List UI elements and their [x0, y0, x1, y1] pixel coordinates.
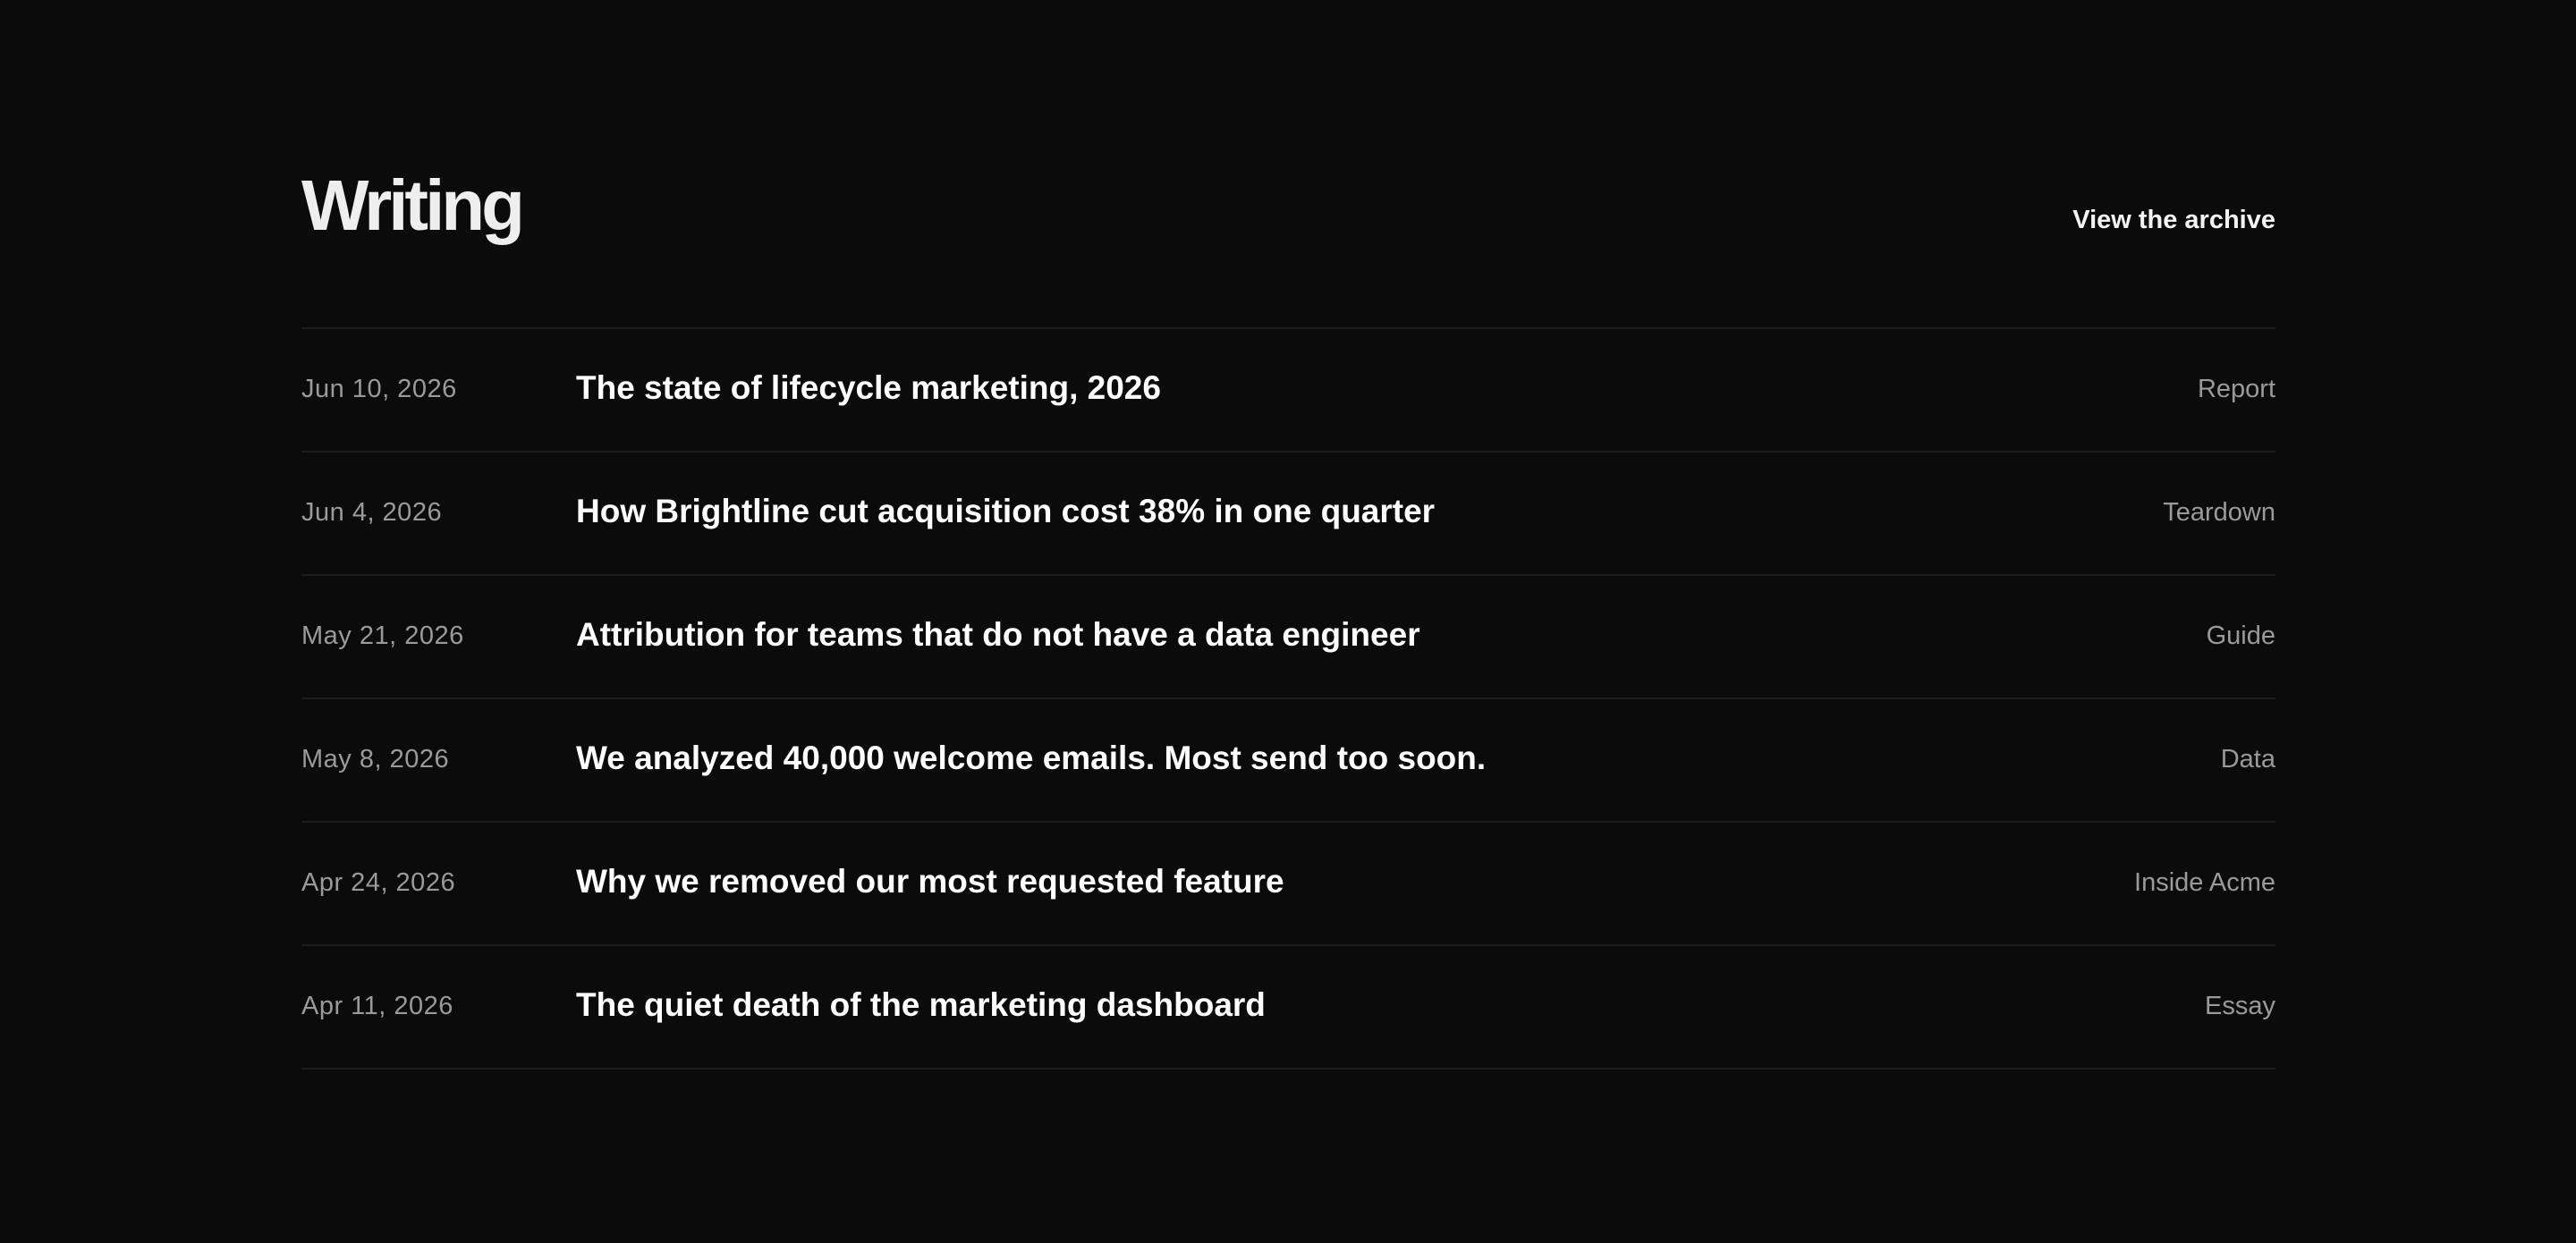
- writing-section: Writing View the archive Jun 10, 2026 Th…: [301, 0, 2275, 1070]
- post-title-link[interactable]: Attribution for teams that do not have a…: [576, 614, 1420, 655]
- post-row[interactable]: Jun 10, 2026 The state of lifecycle mark…: [301, 329, 2275, 452]
- post-title-link[interactable]: How Brightline cut acquisition cost 38% …: [576, 491, 1435, 532]
- post-category: Guide: [2206, 622, 2275, 650]
- post-title-link[interactable]: The state of lifecycle marketing, 2026: [576, 368, 1161, 409]
- post-row[interactable]: Apr 24, 2026 Why we removed our most req…: [301, 823, 2275, 946]
- post-row[interactable]: Jun 4, 2026 How Brightline cut acquisiti…: [301, 452, 2275, 576]
- post-title-link[interactable]: We analyzed 40,000 welcome emails. Most …: [576, 738, 1486, 779]
- post-date: Apr 24, 2026: [301, 868, 456, 897]
- section-header: Writing View the archive: [301, 0, 2275, 329]
- post-title-link[interactable]: The quiet death of the marketing dashboa…: [576, 985, 1266, 1026]
- post-date: May 21, 2026: [301, 622, 464, 650]
- post-category: Report: [2197, 375, 2275, 403]
- post-row[interactable]: May 21, 2026 Attribution for teams that …: [301, 576, 2275, 699]
- post-row[interactable]: Apr 11, 2026 The quiet death of the mark…: [301, 946, 2275, 1070]
- post-category: Essay: [2205, 992, 2275, 1020]
- post-date: May 8, 2026: [301, 745, 450, 774]
- post-date: Apr 11, 2026: [301, 992, 453, 1020]
- post-category: Data: [2220, 745, 2275, 774]
- post-row[interactable]: May 8, 2026 We analyzed 40,000 welcome e…: [301, 699, 2275, 823]
- post-date: Jun 10, 2026: [301, 375, 457, 403]
- section-title: Writing: [301, 165, 525, 245]
- view-archive-link[interactable]: View the archive: [2072, 202, 2275, 238]
- post-category: Inside Acme: [2134, 868, 2275, 897]
- post-title-link[interactable]: Why we removed our most requested featur…: [576, 861, 1284, 902]
- post-date: Jun 4, 2026: [301, 498, 443, 527]
- post-category: Teardown: [2163, 498, 2275, 527]
- post-list: Jun 10, 2026 The state of lifecycle mark…: [301, 329, 2275, 1070]
